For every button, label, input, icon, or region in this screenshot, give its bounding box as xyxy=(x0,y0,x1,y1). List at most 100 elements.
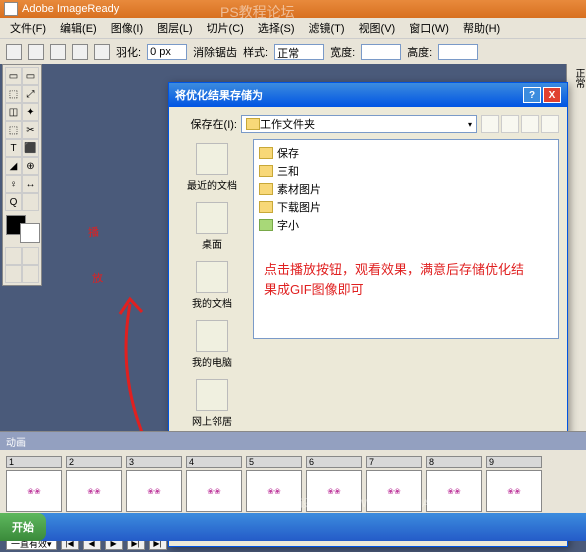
slice-tool[interactable]: ◫ xyxy=(5,103,22,121)
text-tool[interactable]: T xyxy=(5,139,22,157)
paint-tool[interactable]: ⊕ xyxy=(22,157,39,175)
computer-icon xyxy=(196,320,228,352)
marquee-rect-icon[interactable] xyxy=(28,44,44,60)
list-item[interactable]: 三和 xyxy=(258,162,554,180)
preview-browser[interactable] xyxy=(22,247,39,265)
zoom-tool[interactable]: Q xyxy=(5,193,22,211)
frame-number: 4 xyxy=(186,456,242,468)
menu-filter[interactable]: 滤镜(T) xyxy=(303,18,351,38)
list-item[interactable]: 字小 xyxy=(258,216,554,234)
frame-thumbnail[interactable]: ❀❀ xyxy=(6,470,62,512)
tab-rect-tool[interactable]: ◢ xyxy=(5,157,22,175)
menu-slice[interactable]: 切片(C) xyxy=(201,18,250,38)
toggle-tool[interactable] xyxy=(22,193,39,211)
style-select[interactable]: 正常 xyxy=(274,44,324,60)
dialog-help-button[interactable]: ? xyxy=(523,87,541,103)
hand-tool[interactable]: ↔ xyxy=(22,175,39,193)
place-mydocs[interactable]: 我的文档 xyxy=(177,257,247,314)
handwritten-annotation: 播 放 xyxy=(87,224,103,287)
background-color[interactable] xyxy=(20,223,40,243)
lasso-tool[interactable]: ⬚ xyxy=(5,85,22,103)
shape-tool[interactable]: ⬛ xyxy=(22,139,39,157)
marquee-int-icon[interactable] xyxy=(94,44,110,60)
slice-select-tool[interactable]: ✦ xyxy=(22,103,39,121)
nav-back-icon[interactable] xyxy=(481,115,499,133)
frame-number: 5 xyxy=(246,456,302,468)
height-input[interactable] xyxy=(438,44,478,60)
tool-preset-icon[interactable] xyxy=(6,44,22,60)
list-item[interactable]: 下载图片 xyxy=(258,198,554,216)
menu-edit[interactable]: 编辑(E) xyxy=(54,18,103,38)
dialog-title: 将优化结果存储为 xyxy=(175,87,521,103)
feather-label: 羽化: xyxy=(116,44,141,60)
folder-icon xyxy=(259,201,273,213)
wand-tool[interactable]: ⤢ xyxy=(22,85,39,103)
marquee-sub-icon[interactable] xyxy=(72,44,88,60)
width-label: 宽度: xyxy=(330,44,355,60)
menu-image[interactable]: 图像(I) xyxy=(105,18,149,38)
marquee-add-icon[interactable] xyxy=(50,44,66,60)
dialog-titlebar[interactable]: 将优化结果存储为 ? X xyxy=(169,83,567,107)
frame-thumbnail[interactable]: ❀❀ xyxy=(186,470,242,512)
place-mycomputer[interactable]: 我的电脑 xyxy=(177,316,247,373)
menubar: 文件(F) 编辑(E) 图像(I) 图层(L) 切片(C) 选择(S) 滤镜(T… xyxy=(0,18,586,38)
color-swatches[interactable] xyxy=(6,215,40,243)
menu-layer[interactable]: 图层(L) xyxy=(151,18,198,38)
jump-icon[interactable] xyxy=(22,265,39,283)
place-desktop[interactable]: 桌面 xyxy=(177,198,247,255)
file-list[interactable]: 保存 三和 素材图片 下载图片 字小 点击播放按钮，观看效果，满意后存储优化结果… xyxy=(253,139,559,339)
antialias-check[interactable]: 消除锯齿 xyxy=(193,44,237,60)
frame-number: 2 xyxy=(66,456,122,468)
list-item[interactable]: 素材图片 xyxy=(258,180,554,198)
frame-thumbnail[interactable]: ❀❀ xyxy=(366,470,422,512)
places-bar: 最近的文档 桌面 我的文档 我的电脑 网上邻居 xyxy=(177,139,247,432)
nav-views-icon[interactable] xyxy=(541,115,559,133)
menu-help[interactable]: 帮助(H) xyxy=(457,18,506,38)
image-map-select-tool[interactable]: ✂ xyxy=(22,121,39,139)
save-in-combo[interactable]: 工作文件夹 ▾ xyxy=(241,115,477,133)
nav-newfolder-icon[interactable] xyxy=(521,115,539,133)
frame-number: 3 xyxy=(126,456,182,468)
desktop-icon xyxy=(196,202,228,234)
red-annotation-text: 点击播放按钮，观看效果，满意后存储优化结果成GIF图像即可 xyxy=(264,260,524,299)
recent-icon xyxy=(196,143,228,175)
move-tool[interactable]: ▭ xyxy=(22,67,39,85)
eyedropper-tool[interactable]: ♀ xyxy=(5,175,22,193)
feather-input[interactable] xyxy=(147,44,187,60)
app-icon xyxy=(4,2,18,16)
frame-number: 1 xyxy=(6,456,62,468)
options-bar: 羽化: 消除锯齿 样式: 正常 宽度: 高度: xyxy=(0,38,586,64)
frame-thumbnail[interactable]: ❀❀ xyxy=(126,470,182,512)
folder-icon xyxy=(259,183,273,195)
frame-thumbnail[interactable]: ❀❀ xyxy=(306,470,362,512)
right-tab[interactable]: 正常 xyxy=(567,64,586,92)
folder-icon xyxy=(259,147,273,159)
style-label: 样式: xyxy=(243,44,268,60)
menu-view[interactable]: 视图(V) xyxy=(353,18,402,38)
start-button[interactable]: 开始 xyxy=(0,513,46,541)
folder-icon xyxy=(246,118,260,130)
preview-mode[interactable] xyxy=(5,247,22,265)
nav-up-icon[interactable] xyxy=(501,115,519,133)
menu-select[interactable]: 选择(S) xyxy=(252,18,301,38)
dialog-close-button[interactable]: X xyxy=(543,87,561,103)
frame-thumbnail[interactable]: ❀❀ xyxy=(66,470,122,512)
animation-header[interactable]: 动画 xyxy=(0,432,586,450)
chevron-down-icon: ▾ xyxy=(468,120,472,129)
frame-thumbnail[interactable]: ❀❀ xyxy=(486,470,542,512)
menu-window[interactable]: 窗口(W) xyxy=(403,18,455,38)
toolbox: ▭▭ ⬚⤢ ◫✦ ⬚✂ T⬛ ◢⊕ ♀↔ Q xyxy=(2,64,42,286)
place-recent[interactable]: 最近的文档 xyxy=(177,139,247,196)
frame-thumbnail[interactable]: ❀❀ xyxy=(246,470,302,512)
menu-file[interactable]: 文件(F) xyxy=(4,18,52,38)
frame-number: 6 xyxy=(306,456,362,468)
image-map-tool[interactable]: ⬚ xyxy=(5,121,22,139)
jump-to-ps[interactable] xyxy=(5,265,22,283)
frame-number: 9 xyxy=(486,456,542,468)
app-title: Adobe ImageReady xyxy=(22,3,119,15)
place-network[interactable]: 网上邻居 xyxy=(177,375,247,432)
width-input[interactable] xyxy=(361,44,401,60)
frame-thumbnail[interactable]: ❀❀ xyxy=(426,470,482,512)
list-item[interactable]: 保存 xyxy=(258,144,554,162)
marquee-tool[interactable]: ▭ xyxy=(5,67,22,85)
